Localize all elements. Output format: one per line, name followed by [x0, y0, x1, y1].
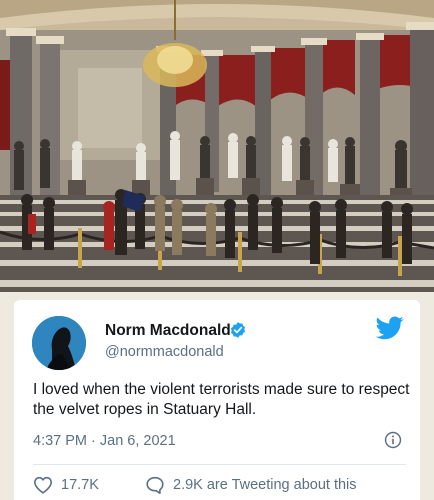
twitter-bird-icon[interactable]	[376, 316, 404, 340]
verified-badge-icon	[230, 322, 246, 338]
statuary-hall-photo	[0, 0, 434, 292]
author-handle[interactable]: @normmacdonald	[105, 344, 224, 360]
conversation-link[interactable]: 2.9K are Tweeting about this	[173, 477, 357, 493]
avatar[interactable]	[32, 316, 86, 370]
tweet-card: Norm Macdonald @normmacdonald I loved wh…	[14, 300, 420, 500]
heart-icon[interactable]	[33, 476, 53, 494]
info-icon[interactable]	[384, 431, 402, 449]
tweet-timestamp[interactable]: 4:37 PM · Jan 6, 2021	[33, 433, 176, 449]
like-count[interactable]: 17.7K	[61, 477, 99, 493]
divider	[33, 464, 406, 465]
screenshot-composite: Norm Macdonald @normmacdonald I loved wh…	[0, 0, 434, 500]
reply-bubble-icon[interactable]	[145, 476, 165, 494]
tweet-text: I loved when the violent terrorists made…	[33, 381, 410, 418]
author-name[interactable]: Norm Macdonald	[105, 322, 231, 340]
